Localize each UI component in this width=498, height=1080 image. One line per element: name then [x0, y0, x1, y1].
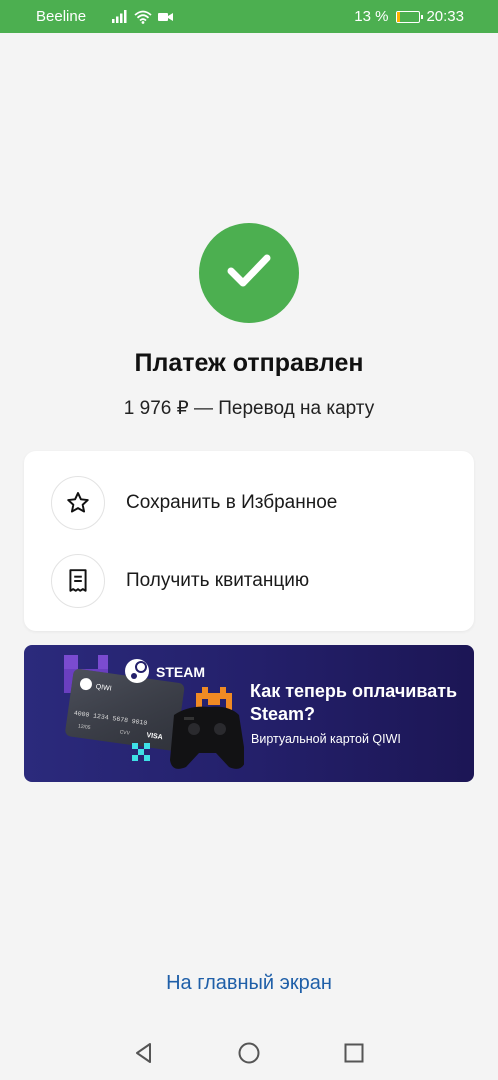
signal-icon: [112, 10, 128, 23]
steam-promo-banner[interactable]: QIWI 4000 1234 5678 9010 12/05 CVV VISA …: [24, 645, 474, 782]
clock: 20:33: [426, 8, 464, 25]
pixel-decor: [64, 655, 78, 669]
status-bar: Beeline 13 % 20:33: [0, 0, 498, 33]
recent-apps-icon[interactable]: [341, 1040, 367, 1066]
receipt-icon: [51, 554, 105, 608]
success-badge: [199, 223, 299, 323]
actions-card: Сохранить в Избранное Получить квитанцию: [24, 451, 474, 631]
steam-logo: STEAM: [125, 659, 205, 683]
wifi-icon: [134, 10, 152, 24]
star-icon: [51, 476, 105, 530]
gamepad-image: [170, 706, 244, 769]
system-nav-bar: [0, 1026, 498, 1080]
home-icon[interactable]: [236, 1040, 262, 1066]
banner-illustration: QIWI 4000 1234 5678 9010 12/05 CVV VISA …: [64, 655, 244, 769]
steam-brand: STEAM: [156, 664, 205, 680]
video-icon: [158, 11, 174, 23]
payment-summary: 1 976 ₽ — Перевод на карту: [123, 398, 375, 419]
battery-percent: 13 %: [354, 8, 389, 25]
get-receipt-button[interactable]: Получить квитанцию: [24, 542, 474, 620]
banner-title: Как теперь оплачивать Steam?: [250, 681, 458, 724]
save-to-favorites-label: Сохранить в Избранное: [126, 492, 338, 513]
battery-icon: [396, 10, 424, 23]
payment-status-title: Платеж отправлен: [134, 349, 364, 377]
carrier-name: Beeline: [36, 8, 87, 25]
banner-subtitle: Виртуальной картой QIWI: [251, 732, 401, 746]
qiwi-card: QIWI 4000 1234 5678 9010 12/05 CVV VISA: [65, 669, 185, 751]
back-icon[interactable]: [131, 1040, 157, 1066]
get-receipt-label: Получить квитанцию: [126, 570, 310, 591]
save-to-favorites-button[interactable]: Сохранить в Избранное: [24, 464, 474, 542]
checkmark-icon: [226, 252, 272, 295]
pixel-decor: [98, 655, 108, 669]
go-to-main-screen-link[interactable]: На главный экран: [0, 972, 498, 995]
battery-level-fill: [397, 11, 401, 22]
